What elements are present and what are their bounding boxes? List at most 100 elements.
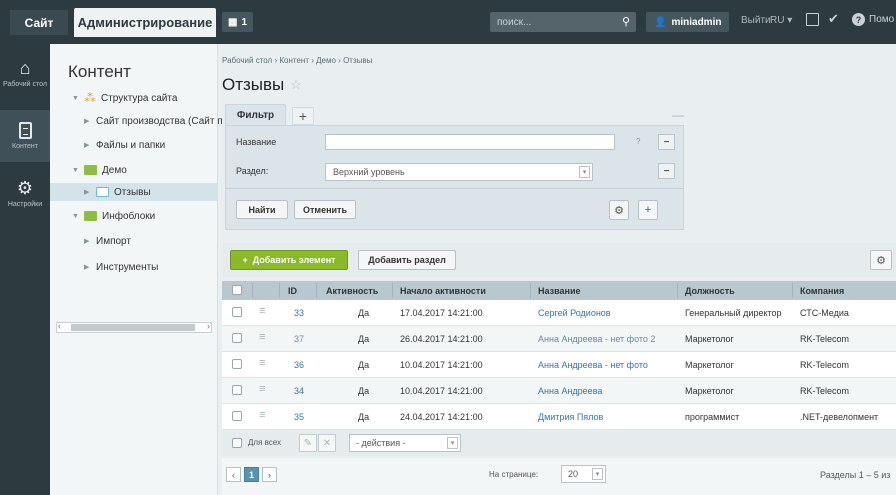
infoblocks-icon [84, 211, 97, 221]
help-button[interactable]: ? Помо [852, 13, 894, 26]
row-checkbox[interactable] [232, 411, 242, 421]
language-select[interactable]: RU ▾ [770, 15, 792, 26]
per-page-select[interactable]: 20 ▾ [561, 465, 606, 483]
filter-tab[interactable]: Фильтр [225, 104, 286, 126]
tree-item-import[interactable]: ▶ Импорт [84, 232, 131, 250]
window-icon[interactable] [806, 13, 819, 26]
favorite-star-icon[interactable]: ☆ [290, 77, 302, 93]
prev-page-icon[interactable]: ‹ [226, 467, 241, 482]
cell-name[interactable]: Сергей Родионов [538, 300, 611, 325]
pin-icon[interactable]: ✔ [828, 11, 839, 27]
cell-id[interactable]: 33 [294, 300, 304, 325]
cell-active: Да [358, 307, 370, 318]
add-filter-field-button[interactable]: + [638, 200, 658, 220]
expand-arrow-icon[interactable]: ▼ [72, 167, 79, 174]
cancel-button[interactable]: Отменить [294, 200, 356, 219]
actions-select[interactable]: - действия - ▾ [349, 434, 461, 452]
cell-name[interactable]: Анна Андреева - нет фото 2 [538, 326, 655, 351]
scrollbar-thumb[interactable] [71, 324, 195, 331]
cell-id[interactable]: 36 [294, 352, 304, 377]
site-tab[interactable]: Сайт [10, 10, 68, 35]
table-row[interactable]: ≡ 34 Да 10.04.2017 14:21:00 Анна Андреев… [222, 378, 896, 404]
menu-settings[interactable]: ⚙ Настройки [0, 168, 50, 220]
breadcrumb-item[interactable]: Рабочий стол [222, 56, 272, 65]
table-row[interactable]: ≡ 37 Да 26.04.2017 14:21:00 Анна Андреев… [222, 326, 896, 352]
column-header-name[interactable]: Название [538, 281, 580, 300]
row-checkbox[interactable] [232, 333, 242, 343]
minimize-filter-icon[interactable]: — [672, 108, 684, 122]
expand-arrow-icon[interactable]: ▼ [72, 213, 79, 220]
select-all-checkbox[interactable] [232, 285, 242, 295]
help-icon[interactable]: ? [636, 137, 640, 146]
scroll-right-icon[interactable]: › [207, 321, 210, 331]
cell-name[interactable]: Анна Андреева [538, 378, 602, 403]
row-menu-icon[interactable]: ≡ [259, 357, 265, 369]
row-checkbox[interactable] [232, 307, 242, 317]
scroll-left-icon[interactable]: ‹ [58, 321, 61, 331]
tree-item-production-site[interactable]: ▶ Сайт производства (Сайт п [84, 112, 223, 130]
page-button-current[interactable]: 1 [244, 467, 259, 482]
add-filter-tab-button[interactable]: + [292, 107, 314, 125]
add-section-button[interactable]: Добавить раздел [358, 250, 456, 270]
cell-name[interactable]: Анна Андреева - нет фото [538, 352, 648, 377]
collapse-arrow-icon[interactable]: ▶ [84, 117, 91, 125]
cell-id[interactable]: 34 [294, 378, 304, 403]
home-icon: ⌂ [19, 58, 31, 79]
cell-name[interactable]: Дмитрия Пялов [538, 404, 603, 429]
collapse-arrow-icon[interactable]: ▶ [84, 237, 91, 245]
cell-active: Да [358, 333, 370, 344]
collapse-arrow-icon[interactable]: ▶ [84, 263, 91, 271]
remove-name-filter-button[interactable]: − [658, 134, 675, 150]
breadcrumb-item[interactable]: Контент [279, 56, 309, 65]
column-header-start[interactable]: Начало активности [400, 281, 486, 300]
row-menu-icon[interactable]: ≡ [259, 409, 265, 421]
table-row[interactable]: ≡ 36 Да 10.04.2017 14:21:00 Анна Андреев… [222, 352, 896, 378]
logout-link[interactable]: Выйти [741, 15, 771, 26]
column-header-id[interactable]: ID [288, 281, 297, 300]
collapse-arrow-icon[interactable]: ▶ [84, 141, 91, 149]
edit-pencil-icon[interactable]: ✎ [299, 434, 317, 452]
table-row[interactable]: ≡ 35 Да 24.04.2017 14:21:00 Дмитрия Пяло… [222, 404, 896, 430]
menu-desktop[interactable]: ⌂ Рабочий стол [0, 48, 50, 100]
menu-content[interactable]: Контент [0, 110, 50, 162]
next-page-icon[interactable]: › [262, 467, 277, 482]
search-icon[interactable]: ⚲ [622, 15, 630, 28]
column-header-company[interactable]: Компания [800, 281, 844, 300]
breadcrumb-item[interactable]: Демо [316, 56, 336, 65]
tree-item-tools[interactable]: ▶ Инструменты [84, 258, 158, 276]
add-element-button[interactable]: + Добавить элемент [230, 250, 348, 270]
menu-settings-label: Настройки [7, 201, 43, 209]
admin-tab[interactable]: Администрирование [74, 8, 216, 37]
remove-section-filter-button[interactable]: − [658, 163, 675, 179]
expand-arrow-icon[interactable]: ▼ [72, 95, 79, 102]
section-filter-select[interactable]: Верхний уровень ▾ [325, 163, 593, 181]
name-filter-input[interactable] [325, 134, 615, 150]
notifications-button[interactable]: ▦ 1 [222, 12, 254, 32]
search-input[interactable]: поиск... ⚲ [490, 12, 636, 32]
collapse-arrow-icon[interactable]: ▶ [84, 188, 91, 196]
find-button[interactable]: Найти [236, 200, 288, 219]
delete-x-icon[interactable]: ✕ [318, 434, 336, 452]
row-menu-icon[interactable]: ≡ [259, 331, 265, 343]
tree-item-demo[interactable]: ▼ Демо [72, 161, 127, 179]
user-button[interactable]: 👤 miniadmin [646, 12, 730, 32]
tree-item-infoblocks[interactable]: ▼ Инфоблоки [72, 207, 155, 225]
row-checkbox[interactable] [232, 385, 242, 395]
row-menu-icon[interactable]: ≡ [259, 305, 265, 317]
tree-item-files-folders[interactable]: ▶ Файлы и папки [84, 136, 165, 154]
cell-id[interactable]: 37 [294, 326, 304, 351]
for-all-checkbox[interactable] [232, 438, 242, 448]
tree-horizontal-scrollbar[interactable]: ‹ › [56, 321, 212, 333]
tree-item-site-structure[interactable]: ▼ ⁂ Структура сайта [72, 89, 177, 107]
table-row[interactable]: ≡ 33 Да 17.04.2017 14:21:00 Сергей Родио… [222, 300, 896, 326]
document-icon [18, 121, 32, 139]
row-menu-icon[interactable]: ≡ [259, 383, 265, 395]
filter-settings-gear-icon[interactable]: ⚙ [609, 200, 629, 220]
row-checkbox[interactable] [232, 359, 242, 369]
grid-settings-gear-icon[interactable]: ⚙ [870, 250, 892, 270]
cell-id[interactable]: 35 [294, 404, 304, 429]
breadcrumb-item[interactable]: Отзывы [343, 56, 372, 65]
tree-item-reviews[interactable]: ▶ Отзывы [50, 183, 217, 201]
column-header-position[interactable]: Должность [685, 281, 735, 300]
column-header-active[interactable]: Активность [326, 281, 378, 300]
